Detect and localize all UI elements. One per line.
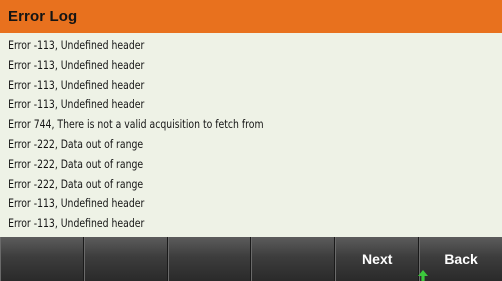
back-label: Back xyxy=(444,251,478,267)
log-entry: Error -113, Undefined header xyxy=(8,97,145,112)
softkey-3[interactable] xyxy=(167,237,252,281)
log-entry: Error 744, There is not a valid acquisit… xyxy=(8,117,264,132)
back-button[interactable]: Back xyxy=(418,237,502,281)
next-button[interactable]: Next xyxy=(335,237,420,281)
error-log-list: Error -113, Undefined header Error -113,… xyxy=(0,33,502,237)
log-entry: Error -222, Data out of range xyxy=(8,136,144,151)
log-entry: Error -113, Undefined header xyxy=(8,216,145,231)
title-bar: Error Log xyxy=(0,0,502,33)
softkey-4[interactable] xyxy=(251,237,336,281)
log-entry: Error -222, Data out of range xyxy=(8,156,144,171)
log-entry: Error -113, Undefined header xyxy=(8,38,145,52)
up-arrow-icon xyxy=(418,270,429,281)
log-entry: Error -113, Undefined header xyxy=(8,57,145,72)
log-entry: Error -113, Undefined header xyxy=(8,196,145,211)
error-log-screen: Error Log Error -113, Undefined header E… xyxy=(0,0,502,281)
page-title: Error Log xyxy=(8,8,78,25)
log-entry: Error -222, Data out of range xyxy=(8,176,144,191)
softkey-bar: Next Back xyxy=(0,237,502,281)
log-entry: Error -113, Undefined header xyxy=(8,77,145,92)
softkey-2[interactable] xyxy=(83,237,168,281)
next-label: Next xyxy=(362,251,393,267)
softkey-1[interactable] xyxy=(0,237,84,281)
